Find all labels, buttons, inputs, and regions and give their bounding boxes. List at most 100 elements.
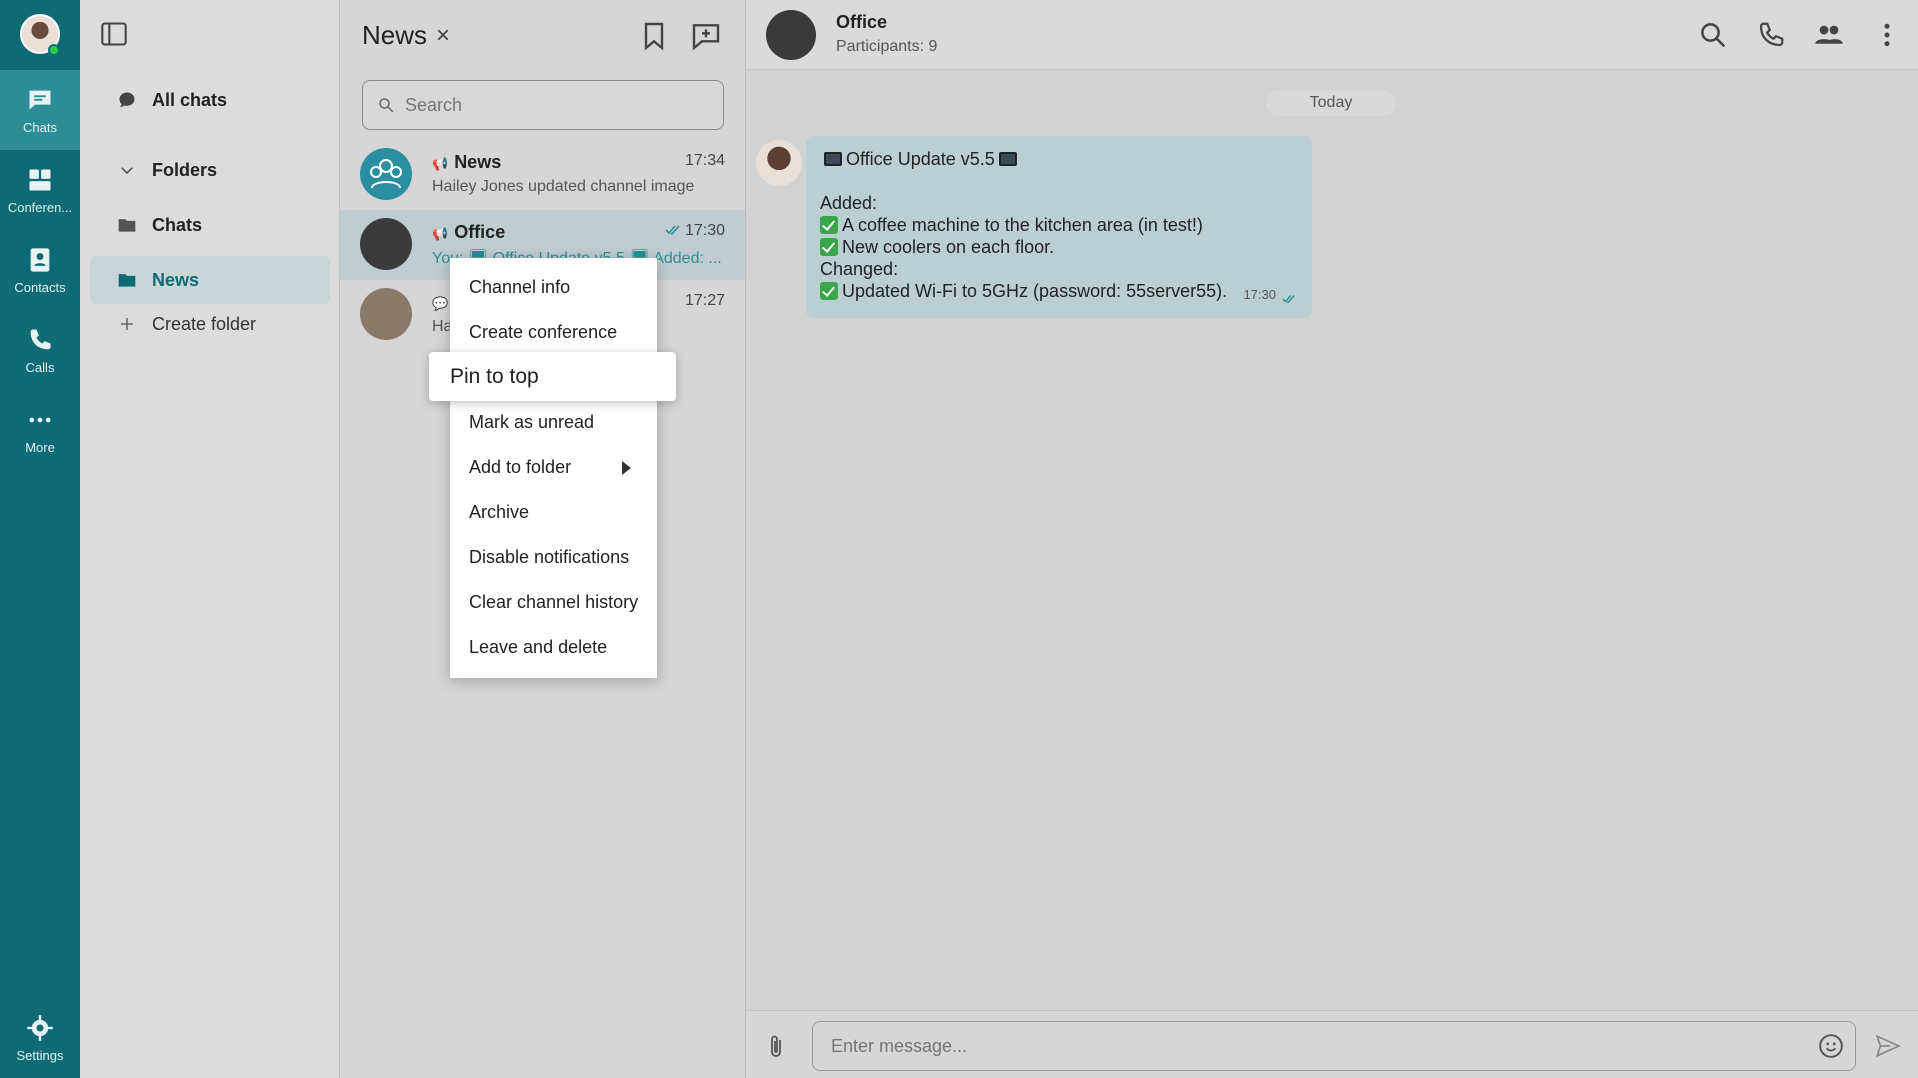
- close-folder-icon[interactable]: ×: [436, 22, 450, 50]
- chat-name: 📢 News: [432, 152, 502, 172]
- calls-icon: [30, 329, 51, 349]
- megaphone-icon: 📢: [432, 156, 449, 171]
- new-chat-icon[interactable]: [690, 20, 722, 52]
- rail-label: Chats: [23, 119, 57, 135]
- folders-header[interactable]: Folders: [90, 146, 330, 194]
- chat-time: 17:34: [684, 152, 725, 169]
- gear-icon: [27, 1014, 53, 1041]
- channel-avatar: [360, 218, 412, 270]
- rail-item-chats[interactable]: Chats: [0, 70, 80, 150]
- rail-item-calls[interactable]: Calls: [0, 310, 80, 390]
- online-status-dot: [48, 44, 60, 56]
- rail-label: More: [25, 439, 55, 455]
- context-menu: Channel info Create conference Mark as u…: [450, 258, 657, 678]
- group-chat-icon: 💬: [432, 296, 449, 311]
- menu-item-channel-info[interactable]: Channel info: [450, 265, 657, 310]
- folders-panel: All chats Folders Chats News Create fold…: [80, 0, 340, 1078]
- create-folder-button[interactable]: Create folder: [90, 300, 330, 348]
- chat-bubble-icon: [116, 89, 138, 111]
- message-bubble[interactable]: Office Update v5.5 Added: A coffee machi…: [806, 136, 1312, 318]
- checkmark-icon: [820, 282, 838, 300]
- conversation-panel: Office Participants: 9 Today Office Upda…: [746, 0, 1918, 1078]
- participants-count: Participants: 9: [836, 38, 938, 55]
- search-icon[interactable]: [1698, 20, 1728, 50]
- menu-item-clear-history[interactable]: Clear channel history: [450, 580, 657, 625]
- folder-label: Chats: [152, 214, 203, 235]
- chat-avatar: [360, 288, 412, 340]
- folder-label: All chats: [152, 89, 228, 110]
- contacts-icon: [30, 247, 50, 272]
- rail-label: Conferen...: [7, 199, 73, 215]
- date-separator: Today: [1266, 90, 1396, 116]
- chat-time: 17:27: [684, 292, 725, 309]
- rail-item-conferences[interactable]: Conferen...: [0, 150, 80, 230]
- plus-icon: [116, 313, 138, 335]
- message-input-box[interactable]: [812, 1021, 1856, 1071]
- checkmark-icon: [820, 216, 838, 234]
- rail-item-contacts[interactable]: Contacts: [0, 230, 80, 310]
- menu-item-create-conference[interactable]: Create conference: [450, 310, 657, 355]
- checkmark-icon: [820, 238, 838, 256]
- double-check-icon: [665, 225, 680, 236]
- rail-label: Contacts: [14, 279, 66, 295]
- bookmark-icon[interactable]: [638, 20, 670, 52]
- kebab-menu-icon[interactable]: [1872, 20, 1902, 50]
- folders-header-label: Folders: [152, 159, 218, 180]
- menu-item-label: Add to folder: [469, 457, 572, 477]
- sidebar-toggle-icon[interactable]: [100, 20, 128, 48]
- message-line: Updated Wi-Fi to 5GHz (password: 55serve…: [820, 280, 1298, 302]
- message-line: A coffee machine to the kitchen area (in…: [820, 214, 1298, 236]
- chat-bubble-icon: [29, 90, 51, 109]
- folder-item-news[interactable]: News: [90, 256, 330, 304]
- monitor-icon: [824, 152, 842, 166]
- folder-title: News: [362, 20, 428, 50]
- search-box[interactable]: [362, 80, 724, 130]
- folder-label: News: [152, 269, 200, 290]
- monitor-icon: [998, 152, 1017, 166]
- rail-label: Settings: [16, 1047, 64, 1063]
- chat-preview: Hailey Jones updated channel image: [432, 178, 695, 195]
- submenu-arrow-icon: [622, 461, 631, 475]
- paperclip-icon[interactable]: [764, 1033, 788, 1061]
- message-heading-line: Office Update v5.5: [820, 148, 1298, 170]
- folder-item-chats[interactable]: Chats: [90, 201, 330, 249]
- rail-item-more[interactable]: More: [0, 390, 80, 470]
- menu-item-mark-unread[interactable]: Mark as unread: [450, 400, 657, 445]
- sender-avatar[interactable]: [756, 140, 802, 186]
- nav-rail: Chats Conferen... Contacts Calls More Se…: [0, 0, 80, 1078]
- participants-icon[interactable]: [1814, 20, 1844, 50]
- message-input[interactable]: [831, 1035, 1791, 1057]
- search-icon: [379, 98, 394, 113]
- create-folder-label: Create folder: [152, 313, 257, 334]
- folder-icon: [116, 214, 138, 236]
- folder-all-chats[interactable]: All chats: [90, 76, 330, 124]
- rail-item-settings[interactable]: Settings: [0, 998, 80, 1078]
- double-check-icon: [1282, 295, 1295, 304]
- channel-avatar[interactable]: [766, 10, 816, 60]
- chat-time: 17:30: [665, 222, 725, 240]
- emoji-icon[interactable]: [1818, 1033, 1844, 1059]
- rail-label: Calls: [25, 359, 55, 375]
- changed-label: Changed:: [820, 259, 899, 279]
- megaphone-icon: 📢: [432, 226, 449, 241]
- message-composer: [746, 1010, 1918, 1078]
- message-time: 17:30: [1243, 287, 1276, 302]
- chat-row-news[interactable]: 📢 News 17:34 Hailey Jones updated channel…: [340, 140, 745, 210]
- chevron-down-icon: [116, 159, 138, 181]
- search-input[interactable]: [405, 94, 705, 116]
- added-label: Added:: [820, 193, 878, 213]
- send-icon[interactable]: [1874, 1033, 1902, 1059]
- channel-avatar: [360, 148, 412, 200]
- menu-item-pin-to-top[interactable]: Pin to top: [429, 352, 676, 401]
- menu-item-disable-notifications[interactable]: Disable notifications: [450, 535, 657, 580]
- conversation-title[interactable]: Office: [836, 12, 887, 33]
- chat-name: 💬: [432, 292, 448, 313]
- chat-name: 📢 Office: [432, 222, 506, 242]
- message-line: New coolers on each floor.: [820, 236, 1298, 258]
- phone-icon[interactable]: [1756, 20, 1786, 50]
- more-dots-icon: [29, 417, 51, 422]
- conference-icon: [29, 169, 51, 190]
- menu-item-archive[interactable]: Archive: [450, 490, 657, 535]
- menu-item-leave-delete[interactable]: Leave and delete: [450, 625, 657, 670]
- menu-item-add-to-folder[interactable]: Add to folder: [450, 445, 657, 490]
